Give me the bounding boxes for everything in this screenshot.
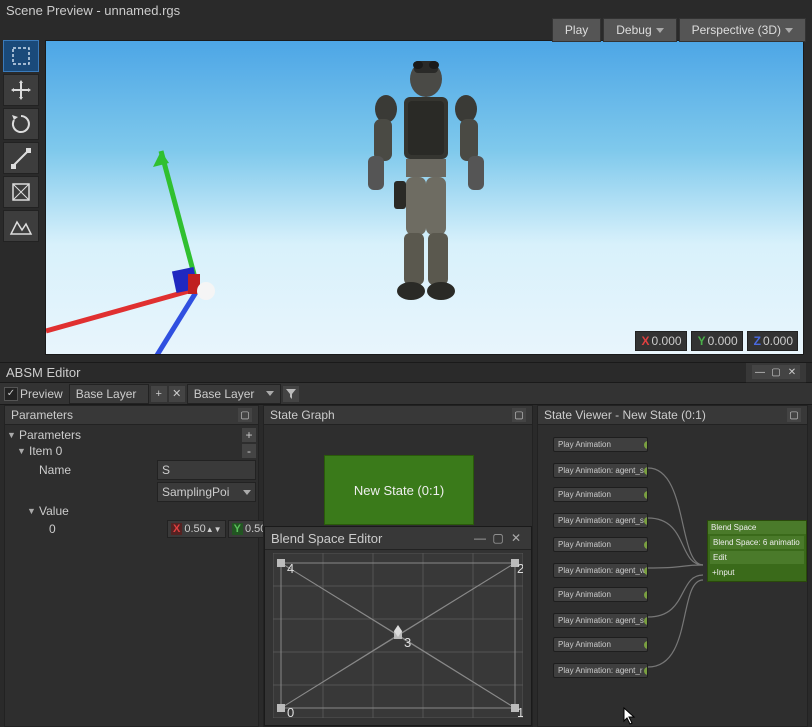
animation-node[interactable]: Play Animation [553,487,648,502]
play-button[interactable]: Play [552,18,601,42]
parameters-title: Parameters [11,408,236,422]
svg-text:0: 0 [287,705,294,718]
remove-layer-button[interactable]: ✕ [169,386,185,402]
chevron-down-icon [266,391,274,396]
expand-icon[interactable]: ▼ [27,506,37,516]
blend-space-node[interactable]: Blend Space Blend Space: 6 animatio Edit… [707,520,807,582]
add-param-button[interactable]: + [242,428,256,442]
scale-tool[interactable] [3,142,39,174]
rotate-tool[interactable] [3,108,39,140]
layer-dropdown[interactable]: Base Layer [187,384,281,404]
state-graph-panel: State Graph▢ New State (0:1) Blend Space… [263,405,533,727]
view-mode-button[interactable]: Perspective (3D) [679,18,806,42]
param-x-input[interactable]: X0.50▲▼ [167,520,226,538]
add-layer-button[interactable]: + [151,386,167,402]
expand-icon[interactable]: ▼ [7,430,17,440]
animation-node[interactable]: Play Animation [553,537,648,552]
chevron-down-icon [656,28,664,33]
dock-button[interactable]: ▢ [512,408,526,422]
blend-space-editor: Blend Space Editor — ▢ ✕ [264,526,532,726]
select-tool[interactable] [3,40,39,72]
character-mesh[interactable] [356,51,496,331]
bounds-tool[interactable] [3,176,39,208]
dock-button[interactable]: ▢ [787,408,801,422]
param-item: Item 0 [27,444,147,458]
param-name-input[interactable] [157,460,256,480]
move-tool[interactable] [3,74,39,106]
state-viewer-canvas[interactable]: Play Animation Play Animation: agent_s P… [538,425,807,726]
chevron-down-icon [243,490,251,495]
absm-editor-panel: ABSM Editor —▢✕ Preview Base Layer + ✕ B… [0,362,812,727]
blend-node-edit[interactable]: Edit [710,551,804,564]
coord-z[interactable]: Z0.000 [747,331,798,351]
blend-node-header: Blend Space [708,521,806,534]
animation-node[interactable]: Play Animation: agent_s [553,613,648,628]
animation-node[interactable]: Play Animation: agent_s [553,513,648,528]
svg-text:2: 2 [517,561,523,576]
debug-button[interactable]: Debug [603,18,676,42]
state-node[interactable]: New State (0:1) [324,455,474,525]
minimize-button[interactable]: — [752,365,768,379]
blend-node-input[interactable]: +Input [710,566,804,579]
preview-label: Preview [20,387,63,401]
blend-title: Blend Space Editor [271,531,471,546]
coord-x[interactable]: X0.000 [635,331,687,351]
animation-node[interactable]: Play Animation: agent_w [553,563,648,578]
svg-text:3: 3 [404,635,411,650]
animation-node[interactable]: Play Animation: agent_s [553,463,648,478]
absm-title: ABSM Editor [6,365,746,380]
blend-node-info: Blend Space: 6 animatio [710,536,804,549]
expand-icon[interactable]: ▼ [17,446,27,456]
minimize-button[interactable]: — [471,530,489,546]
chevron-down-icon [785,28,793,33]
remove-param-button[interactable]: - [242,444,256,458]
viewport-3d[interactable]: X0.000 Y0.000 Z0.000 [45,40,804,355]
param-name-key: Name [37,463,157,477]
animation-node[interactable]: Play Animation [553,437,648,452]
svg-text:4: 4 [287,561,294,576]
param-type-select[interactable]: SamplingPoi [157,482,256,502]
filter-button[interactable] [283,386,299,402]
animation-node[interactable]: Play Animation [553,637,648,652]
maximize-button[interactable]: ▢ [768,365,784,379]
blend-space-canvas[interactable]: 4 2 3 0 1 [273,553,523,718]
state-viewer-title: State Viewer - New State (0:1) [544,408,785,422]
state-graph-title: State Graph [270,408,510,422]
coord-y[interactable]: Y0.000 [691,331,743,351]
coordinate-readout: X0.000 Y0.000 Z0.000 [635,331,798,351]
layer-selector[interactable]: Base Layer [69,384,149,404]
scene-preview-panel: Scene Preview - unnamed.rgs Play Debug P… [0,0,812,360]
parameters-panel: Parameters▢ ▼ Parameters + ▼ Item 0 - Na… [4,405,259,727]
maximize-button[interactable]: ▢ [489,530,507,546]
close-button[interactable]: ✕ [507,530,525,546]
viewport-tool-strip [3,40,43,242]
state-viewer-panel: State Viewer - New State (0:1)▢ Play Ani… [537,405,808,727]
close-button[interactable]: ✕ [784,365,800,379]
param-root: Parameters [17,428,137,442]
svg-text:1: 1 [517,705,523,718]
mouse-cursor-icon [623,707,637,725]
param-value-index: 0 [47,522,167,536]
terrain-tool[interactable] [3,210,39,242]
dock-button[interactable]: ▢ [238,408,252,422]
transform-gizmo[interactable] [46,121,306,355]
preview-checkbox[interactable] [4,387,18,401]
animation-node[interactable]: Play Animation [553,587,648,602]
animation-node[interactable]: Play Animation: agent_r [553,663,648,678]
param-value-key: Value [37,504,157,518]
